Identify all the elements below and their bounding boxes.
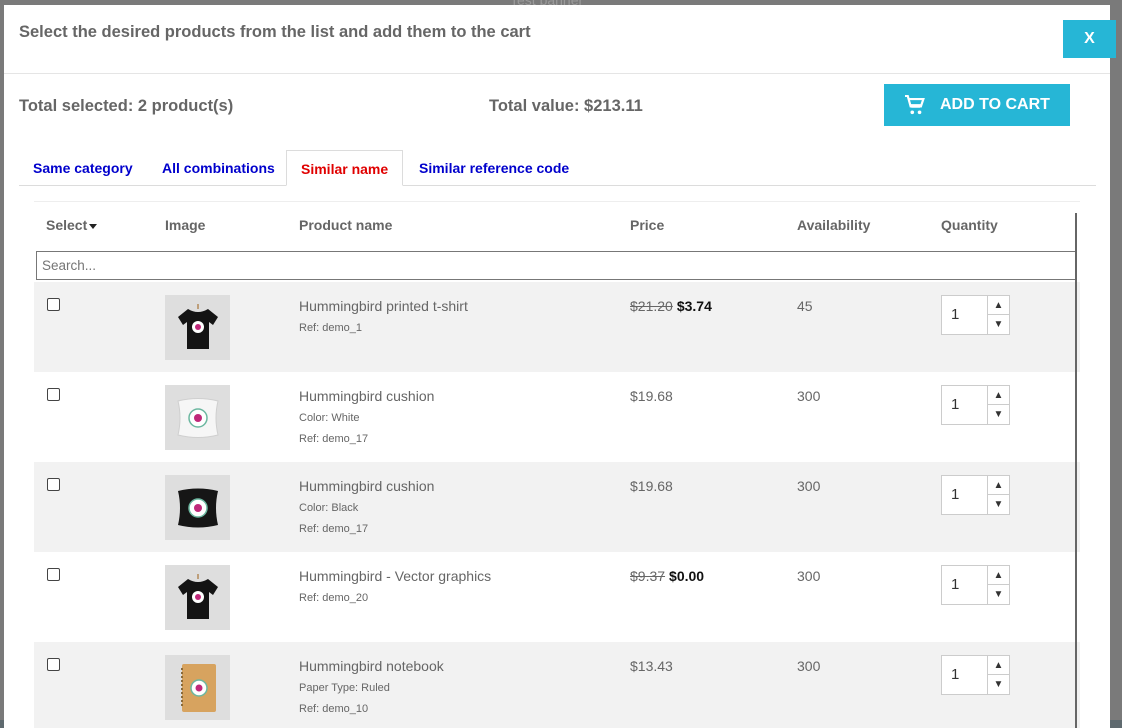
cushion-image-icon (177, 488, 218, 527)
old-price: $21.20 (630, 298, 673, 314)
chevron-down-icon[interactable]: ▼ (988, 675, 1009, 694)
product-thumbnail (165, 655, 230, 720)
table-row: Hummingbird cushion Color: Black Ref: de… (34, 462, 1080, 552)
header-product-name[interactable]: Product name (299, 217, 392, 233)
chevron-down-icon[interactable]: ▼ (988, 405, 1009, 424)
product-availability: 300 (797, 388, 821, 404)
header-select[interactable]: Select (46, 217, 98, 233)
header-price[interactable]: Price (630, 217, 664, 233)
product-thumbnail (165, 565, 230, 630)
tab-same-category[interactable]: Same category (19, 150, 147, 186)
product-price: $19.68 (630, 388, 673, 404)
modal-title: Select the desired products from the lis… (19, 23, 531, 41)
quantity-stepper[interactable]: 1 ▲ ▼ (941, 385, 1010, 425)
regular-price: $19.68 (630, 478, 673, 494)
table-row: Hummingbird cushion Color: White Ref: de… (34, 372, 1080, 462)
sale-price: $0.00 (669, 568, 705, 584)
chevron-up-icon[interactable]: ▲ (988, 656, 1009, 675)
tshirt-image-icon (177, 573, 218, 619)
tshirt-image-icon (177, 303, 218, 349)
product-ref: Ref: demo_17 (299, 433, 369, 445)
table-body: Hummingbird printed t-shirt Ref: demo_1 … (34, 282, 1080, 728)
product-availability: 300 (797, 478, 821, 494)
product-name: Hummingbird - Vector graphics (299, 568, 492, 584)
quantity-stepper[interactable]: 1 ▲ ▼ (941, 475, 1010, 515)
add-to-cart-label: ADD TO CART (940, 96, 1050, 113)
table-row: Hummingbird printed t-shirt Ref: demo_1 … (34, 282, 1080, 372)
cushion-image-icon (176, 397, 219, 438)
product-name: Hummingbird notebook (299, 658, 444, 674)
table-header: Select Image Product name Price Availabi… (34, 202, 1080, 250)
product-ref: Ref: demo_17 (299, 523, 369, 535)
quantity-value[interactable]: 1 (951, 396, 959, 413)
product-availability: 300 (797, 658, 821, 674)
product-price: $21.20 $3.74 (630, 298, 712, 314)
summary-row: Total selected: 2 product(s) Total value… (4, 74, 1110, 149)
caret-down-icon (89, 223, 98, 229)
chevron-down-icon[interactable]: ▼ (988, 315, 1009, 334)
sale-price: $3.74 (676, 298, 712, 314)
close-button[interactable]: X (1063, 20, 1116, 58)
product-availability: 300 (797, 568, 821, 584)
product-price: $9.37 $0.00 (630, 568, 704, 584)
scroll-divider (1075, 213, 1077, 728)
total-value: Total value: $213.11 (489, 97, 643, 115)
cart-icon (905, 95, 925, 115)
product-thumbnail (165, 385, 230, 450)
quantity-value[interactable]: 1 (951, 486, 959, 503)
product-meta: Color: Black (299, 502, 359, 514)
regular-price: $19.68 (630, 388, 673, 404)
chevron-up-icon[interactable]: ▲ (988, 386, 1009, 405)
table-row: Hummingbird - Vector graphics Ref: demo_… (34, 552, 1080, 642)
total-selected: Total selected: 2 product(s) (19, 97, 234, 115)
product-picker-modal: Select the desired products from the lis… (4, 5, 1116, 728)
quantity-value[interactable]: 1 (951, 666, 959, 683)
row-select-checkbox[interactable] (47, 658, 60, 671)
product-price: $13.43 (630, 658, 673, 674)
row-select-checkbox[interactable] (47, 568, 60, 581)
product-meta: Color: White (299, 412, 360, 424)
product-meta: Ref: demo_1 (299, 322, 362, 334)
product-availability: 45 (797, 298, 813, 314)
old-price: $9.37 (630, 568, 666, 584)
header-select-label: Select (46, 217, 88, 233)
row-select-checkbox[interactable] (47, 478, 60, 491)
chevron-down-icon[interactable]: ▼ (988, 495, 1009, 514)
product-ref: Ref: demo_10 (299, 703, 369, 715)
row-select-checkbox[interactable] (47, 388, 60, 401)
modal-header: Select the desired products from the lis… (4, 5, 1110, 74)
chevron-up-icon[interactable]: ▲ (988, 566, 1009, 585)
product-meta: Paper Type: Ruled (299, 682, 390, 694)
regular-price: $13.43 (630, 658, 673, 674)
notebook-image-icon (180, 663, 216, 712)
quantity-value[interactable]: 1 (951, 576, 959, 593)
chevron-up-icon[interactable]: ▲ (988, 476, 1009, 495)
header-image: Image (165, 217, 206, 233)
header-availability[interactable]: Availability (797, 217, 870, 233)
tab-similar-reference-code[interactable]: Similar reference code (405, 150, 583, 186)
tab-similar-name[interactable]: Similar name (286, 150, 404, 186)
product-name: Hummingbird cushion (299, 388, 435, 404)
quantity-value[interactable]: 1 (951, 306, 959, 323)
product-name: Hummingbird printed t-shirt (299, 298, 468, 314)
chevron-down-icon[interactable]: ▼ (988, 585, 1009, 604)
tab-all-combinations[interactable]: All combinations (148, 150, 289, 186)
quantity-stepper[interactable]: 1 ▲ ▼ (941, 655, 1010, 695)
quantity-stepper[interactable]: 1 ▲ ▼ (941, 565, 1010, 605)
chevron-up-icon[interactable]: ▲ (988, 296, 1009, 315)
search-input[interactable] (36, 251, 1077, 280)
tab-bar: Same category All combinations Similar n… (19, 150, 1096, 186)
product-thumbnail (165, 295, 230, 360)
table-row: Hummingbird notebook Paper Type: Ruled R… (34, 642, 1080, 728)
product-thumbnail (165, 475, 230, 540)
add-to-cart-button[interactable]: ADD TO CART (884, 84, 1070, 126)
product-name: Hummingbird cushion (299, 478, 435, 494)
product-meta: Ref: demo_20 (299, 592, 369, 604)
row-select-checkbox[interactable] (47, 298, 60, 311)
product-price: $19.68 (630, 478, 673, 494)
products-table: Select Image Product name Price Availabi… (34, 201, 1080, 728)
quantity-stepper[interactable]: 1 ▲ ▼ (941, 295, 1010, 335)
header-quantity: Quantity (941, 217, 998, 233)
